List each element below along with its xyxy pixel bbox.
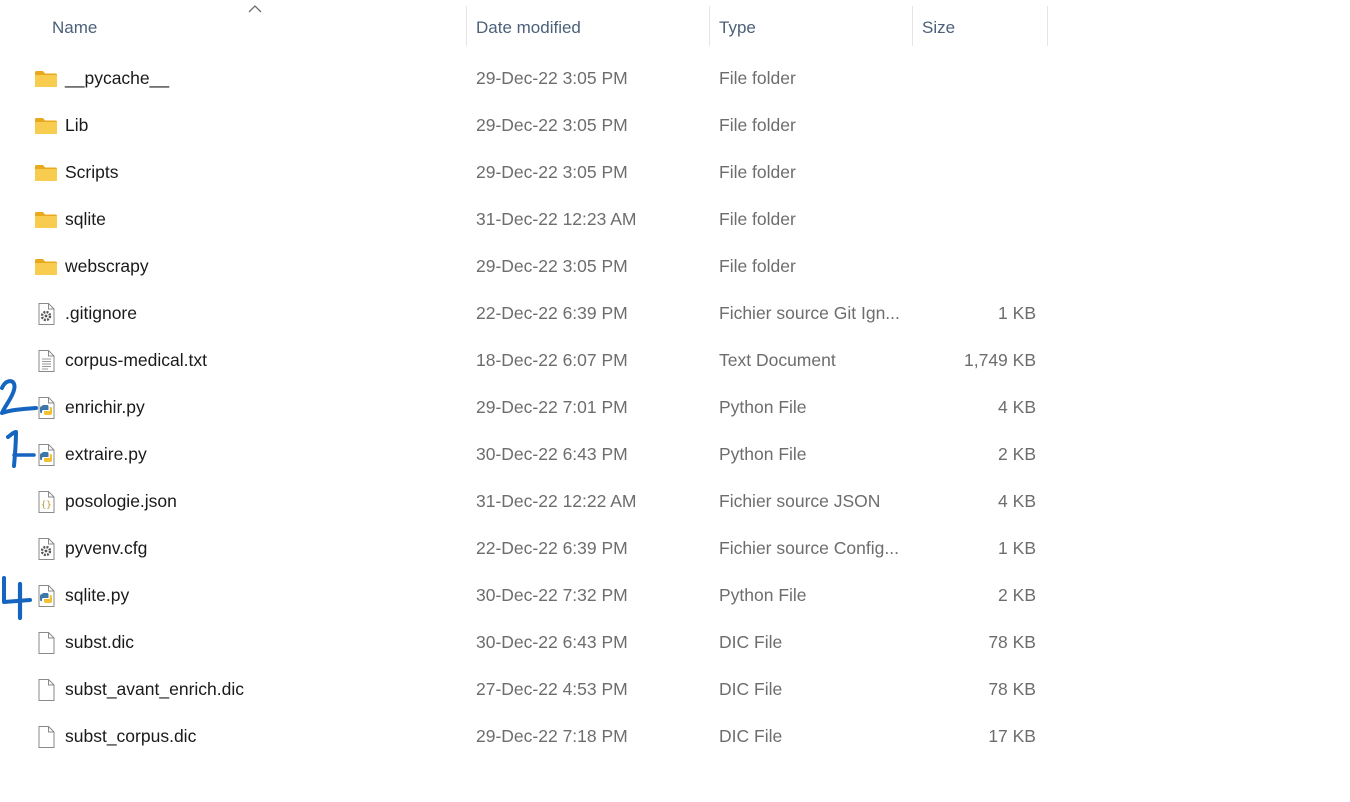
column-header-size[interactable]: Size — [922, 0, 1046, 48]
file-date-modified: 29-Dec-22 7:18 PM — [476, 726, 628, 746]
file-type: File folder — [719, 68, 796, 88]
file-name: posologie.json — [65, 491, 177, 511]
file-date-modified: 29-Dec-22 7:01 PM — [476, 397, 628, 417]
file-type: File folder — [719, 209, 796, 229]
file-row[interactable]: Scripts 29-Dec-22 3:05 PM File folder — [0, 149, 1048, 196]
file-name: subst_avant_enrich.dic — [65, 679, 244, 699]
blank-file-icon — [34, 678, 58, 702]
file-type: Python File — [719, 397, 807, 417]
file-row[interactable]: sqlite 31-Dec-22 12:23 AM File folder — [0, 196, 1048, 243]
column-header-bar: Name Date modified Type Size — [0, 0, 1048, 48]
file-size: 1 KB — [998, 538, 1036, 558]
file-row[interactable]: subst_avant_enrich.dic 27-Dec-22 4:53 PM D… — [0, 666, 1048, 713]
python-file-icon — [34, 584, 58, 608]
file-date-modified: 22-Dec-22 6:39 PM — [476, 538, 628, 558]
file-size: 1,749 KB — [964, 350, 1036, 370]
file-type: Fichier source Git Ign... — [719, 303, 900, 323]
file-name: pyvenv.cfg — [65, 538, 148, 558]
file-type: File folder — [719, 115, 796, 135]
settings-file-icon — [34, 537, 58, 561]
file-row[interactable]: sqlite.py 30-Dec-22 7:32 PM Python File 2 K… — [0, 572, 1048, 619]
file-row[interactable]: enrichir.py 29-Dec-22 7:01 PM Python File 4… — [0, 384, 1048, 431]
handwritten-annotation-1 — [6, 430, 36, 468]
file-name: __pycache__ — [65, 68, 170, 88]
file-row[interactable]: pyvenv.cfg 22-Dec-22 6:39 PM Fichier sourc… — [0, 525, 1048, 572]
file-size: 17 KB — [988, 726, 1036, 746]
file-row[interactable]: webscrapy 29-Dec-22 3:05 PM File folder — [0, 243, 1048, 290]
file-row[interactable]: corpus-medical.txt 18-Dec-22 6:07 PM Text … — [0, 337, 1048, 384]
text-file-icon — [34, 349, 58, 373]
file-row[interactable]: subst.dic 30-Dec-22 6:43 PM DIC File 78 KB — [0, 619, 1048, 666]
file-size: 2 KB — [998, 585, 1036, 605]
file-date-modified: 31-Dec-22 12:23 AM — [476, 209, 637, 229]
file-date-modified: 30-Dec-22 6:43 PM — [476, 632, 628, 652]
file-date-modified: 27-Dec-22 4:53 PM — [476, 679, 628, 699]
settings-file-icon — [34, 302, 58, 326]
column-divider[interactable] — [709, 6, 710, 46]
file-date-modified: 30-Dec-22 6:43 PM — [476, 444, 628, 464]
column-divider[interactable] — [912, 6, 913, 46]
file-name: subst_corpus.dic — [65, 726, 197, 746]
file-row[interactable]: extraire.py 30-Dec-22 6:43 PM Python File 2… — [0, 431, 1048, 478]
file-type: Python File — [719, 444, 807, 464]
file-type: Python File — [719, 585, 807, 605]
column-divider[interactable] — [466, 6, 467, 46]
svg-text:{}: {} — [41, 501, 52, 511]
file-type: Text Document — [719, 350, 836, 370]
file-date-modified: 29-Dec-22 3:05 PM — [476, 162, 628, 182]
file-size: 1 KB — [998, 303, 1036, 323]
file-date-modified: 18-Dec-22 6:07 PM — [476, 350, 628, 370]
file-list: __pycache__ 29-Dec-22 3:05 PM File folder L… — [0, 55, 1048, 760]
file-name: extraire.py — [65, 444, 147, 464]
folder-icon — [34, 161, 58, 185]
folder-icon — [34, 208, 58, 232]
file-date-modified: 29-Dec-22 3:05 PM — [476, 68, 628, 88]
file-type: DIC File — [719, 679, 783, 699]
file-type: File folder — [719, 162, 796, 182]
file-type: Fichier source Config... — [719, 538, 899, 558]
file-size: 4 KB — [998, 397, 1036, 417]
handwritten-annotation-2 — [0, 379, 38, 415]
handwritten-annotation-4 — [1, 576, 32, 621]
file-name: subst.dic — [65, 632, 135, 652]
file-date-modified: 30-Dec-22 7:32 PM — [476, 585, 628, 605]
file-name: .gitignore — [65, 303, 137, 323]
file-name: enrichir.py — [65, 397, 145, 417]
json-file-icon: {} — [34, 490, 58, 514]
blank-file-icon — [34, 725, 58, 749]
file-type: DIC File — [719, 726, 783, 746]
file-size: 2 KB — [998, 444, 1036, 464]
file-size: 78 KB — [988, 632, 1036, 652]
file-name: sqlite — [65, 209, 106, 229]
column-header-name[interactable]: Name — [52, 0, 466, 48]
file-row[interactable]: __pycache__ 29-Dec-22 3:05 PM File folder — [0, 55, 1048, 102]
file-name: sqlite.py — [65, 585, 130, 605]
file-name: webscrapy — [65, 256, 149, 276]
file-date-modified: 29-Dec-22 3:05 PM — [476, 115, 628, 135]
blank-file-icon — [34, 631, 58, 655]
file-type: DIC File — [719, 632, 783, 652]
file-date-modified: 22-Dec-22 6:39 PM — [476, 303, 628, 323]
column-header-type[interactable]: Type — [719, 0, 911, 48]
column-divider[interactable] — [1047, 6, 1048, 46]
file-row[interactable]: .gitignore 22-Dec-22 6:39 PM Fichier sourc… — [0, 290, 1048, 337]
file-row[interactable]: {} posologie.json 31-Dec-22 12:22 AM Fichie… — [0, 478, 1048, 525]
python-file-icon — [34, 443, 58, 467]
file-row[interactable]: Lib 29-Dec-22 3:05 PM File folder — [0, 102, 1048, 149]
folder-icon — [34, 255, 58, 279]
column-header-date-modified[interactable]: Date modified — [476, 0, 708, 48]
folder-icon — [34, 114, 58, 138]
file-size: 4 KB — [998, 491, 1036, 511]
file-type: File folder — [719, 256, 796, 276]
file-name: Lib — [65, 115, 89, 135]
file-size: 78 KB — [988, 679, 1036, 699]
file-type: Fichier source JSON — [719, 491, 881, 511]
file-date-modified: 31-Dec-22 12:22 AM — [476, 491, 637, 511]
file-name: corpus-medical.txt — [65, 350, 207, 370]
file-date-modified: 29-Dec-22 3:05 PM — [476, 256, 628, 276]
file-name: Scripts — [65, 162, 119, 182]
file-row[interactable]: subst_corpus.dic 29-Dec-22 7:18 PM DIC Fil… — [0, 713, 1048, 760]
folder-icon — [34, 67, 58, 91]
